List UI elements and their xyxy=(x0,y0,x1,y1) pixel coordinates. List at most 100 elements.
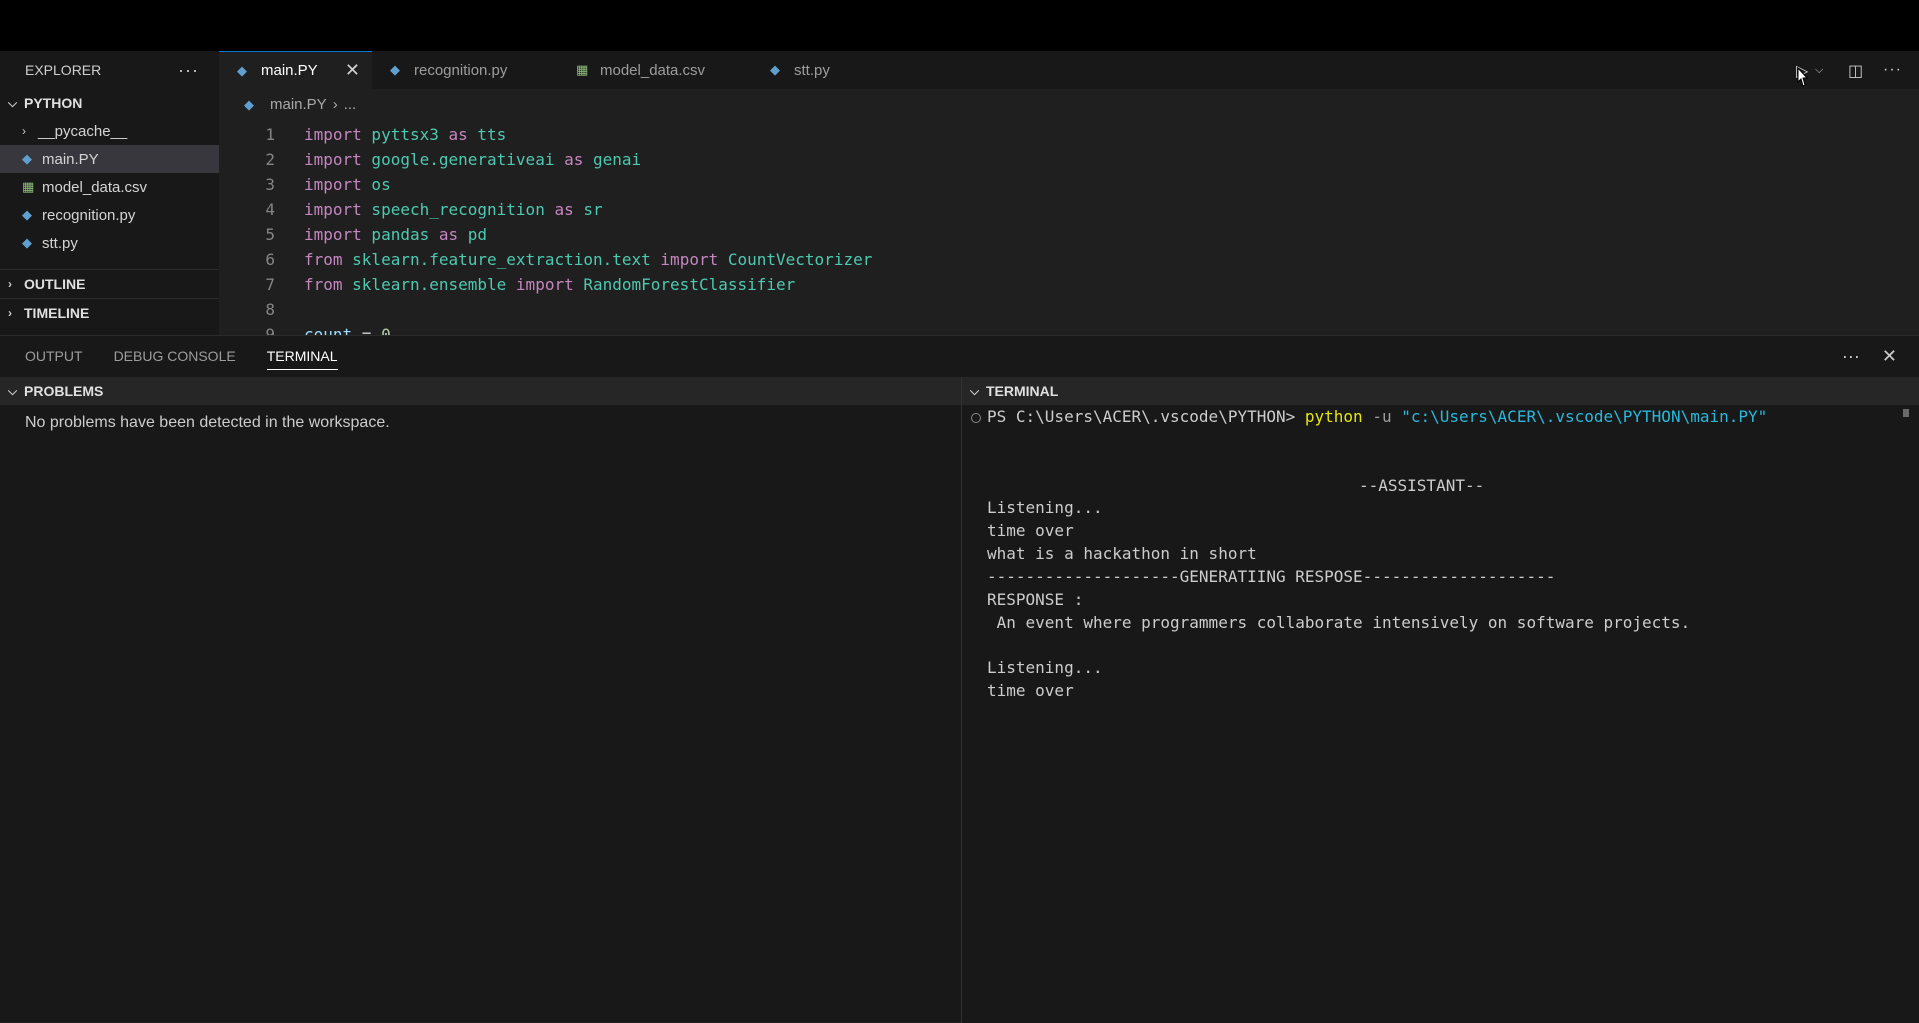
python-file-icon: ◆ xyxy=(237,62,247,78)
class-name: RandomForestClassifier xyxy=(573,275,796,294)
tree-item-main-py[interactable]: ◆ main.PY xyxy=(0,145,219,173)
terminal-prompt: PS C:\Users\ACER\.vscode\PYTHON> xyxy=(987,407,1305,426)
timeline-section[interactable]: › TIMELINE xyxy=(0,298,219,327)
code-line: 2 import google.generativeai as genai xyxy=(219,147,641,172)
keyword: import xyxy=(660,250,719,269)
close-icon[interactable]: ✕ xyxy=(1882,346,1897,367)
tab-stt[interactable]: ◆ stt.py xyxy=(752,51,907,89)
alias: sr xyxy=(573,200,603,219)
more-actions-icon[interactable]: ··· xyxy=(1842,346,1860,367)
line-number: 8 xyxy=(265,300,275,319)
alias: genai xyxy=(583,150,642,169)
explorer-title: EXPLORER xyxy=(25,62,102,78)
terminal-flag: -u xyxy=(1362,407,1402,426)
split-editor-icon[interactable]: ◫ xyxy=(1848,61,1863,81)
chevron-down-icon: ⌵ xyxy=(970,383,980,398)
terminal-line: --ASSISTANT-- xyxy=(1359,476,1485,495)
breadcrumb: ◆ main.PY › ... xyxy=(244,96,356,113)
command-decoration-icon xyxy=(971,413,981,423)
breadcrumb-file[interactable]: main.PY xyxy=(270,96,327,113)
module-name: pyttsx3 xyxy=(361,125,449,144)
folder-python[interactable]: ⌵ PYTHON xyxy=(0,89,219,117)
terminal-output[interactable]: PS C:\Users\ACER\.vscode\PYTHON> python … xyxy=(962,405,1919,1023)
problems-header[interactable]: ⌵ PROBLEMS xyxy=(0,377,961,405)
panel-tabs: OUTPUT DEBUG CONSOLE TERMINAL xyxy=(25,348,338,370)
chevron-down-icon: ⌵ xyxy=(8,383,18,398)
close-icon[interactable]: ✕ xyxy=(345,60,360,81)
module-name: sklearn.feature_extraction.text xyxy=(342,250,661,269)
csv-file-icon: ▦ xyxy=(576,62,589,77)
terminal-scrollbar[interactable] xyxy=(1903,409,1909,417)
chevron-right-icon: › xyxy=(8,277,12,291)
tree-item-label: main.PY xyxy=(42,150,99,168)
keyword: as xyxy=(564,150,584,169)
tree-item-recognition[interactable]: ◆ recognition.py xyxy=(0,201,219,229)
terminal-line: what is a hackathon in short xyxy=(987,544,1257,563)
class-name: CountVectorizer xyxy=(718,250,873,269)
terminal-line: time over xyxy=(987,521,1074,540)
tab-terminal[interactable]: TERMINAL xyxy=(266,348,338,370)
explorer-sidebar: EXPLORER ··· ⌵ PYTHON › __pycache__ ◆ ma… xyxy=(0,51,219,335)
line-number: 4 xyxy=(265,200,275,219)
tree-item-label: recognition.py xyxy=(42,206,136,224)
module-name: sklearn.ensemble xyxy=(342,275,516,294)
tab-output[interactable]: OUTPUT xyxy=(25,348,83,370)
terminal-command-line: PS C:\Users\ACER\.vscode\PYTHON> python … xyxy=(987,407,1767,426)
terminal-path: "c:\Users\ACER\.vscode\PYTHON\main.PY" xyxy=(1401,407,1768,426)
tree-item-label: __pycache__ xyxy=(38,122,128,140)
code-line: 6 from sklearn.feature_extraction.text im… xyxy=(219,247,872,272)
line-number: 7 xyxy=(265,275,275,294)
terminal-cmd: python xyxy=(1304,407,1363,426)
keyword: as xyxy=(554,200,574,219)
tab-model-data[interactable]: ▦ model_data.csv xyxy=(558,51,752,89)
more-actions-icon[interactable]: ··· xyxy=(178,60,199,81)
line-number: 1 xyxy=(265,125,275,144)
code-editor[interactable]: ◆ main.PY › ... 1 import pyttsx3 as tts 2… xyxy=(219,89,1919,335)
alias: tts xyxy=(467,125,507,144)
keyword: import xyxy=(304,200,362,219)
tab-main-py[interactable]: ◆ main.PY ✕ xyxy=(219,51,372,89)
number: 0 xyxy=(381,325,391,335)
tree-item-pycache[interactable]: › __pycache__ xyxy=(0,117,219,145)
tree-item-stt[interactable]: ◆ stt.py xyxy=(0,229,219,257)
timeline-label: TIMELINE xyxy=(24,305,90,321)
code-line: 1 import pyttsx3 as tts xyxy=(219,122,506,147)
terminal-header[interactable]: ⌵ TERMINAL xyxy=(962,377,1919,405)
terminal-title: TERMINAL xyxy=(986,383,1059,399)
tab-label: recognition.py xyxy=(414,61,508,79)
tree-item-label: stt.py xyxy=(42,234,78,252)
keyword: import xyxy=(515,275,574,294)
keyword: from xyxy=(304,275,343,294)
tab-debug-console[interactable]: DEBUG CONSOLE xyxy=(114,348,236,370)
tree-item-model-data[interactable]: ▦ model_data.csv xyxy=(0,173,219,201)
bottom-panel: OUTPUT DEBUG CONSOLE TERMINAL ··· ✕ ⌵ PR… xyxy=(0,335,1919,1023)
module-name: google.generativeai xyxy=(361,150,565,169)
code-line: 3 import os xyxy=(219,172,391,197)
chevron-right-icon: › xyxy=(8,306,12,320)
chevron-down-icon[interactable]: ⌵ xyxy=(1815,64,1823,77)
keyword: as xyxy=(448,125,468,144)
python-file-icon: ◆ xyxy=(22,207,32,222)
module-name: os xyxy=(361,175,391,194)
python-file-icon: ◆ xyxy=(22,235,32,250)
breadcrumb-rest[interactable]: ... xyxy=(344,96,357,113)
keyword: import xyxy=(304,175,362,194)
code-line: 8 xyxy=(219,297,304,322)
problems-message: No problems have been detected in the wo… xyxy=(25,414,390,431)
terminal-line: time over xyxy=(987,681,1074,700)
python-file-icon: ◆ xyxy=(770,62,780,77)
tab-label: main.PY xyxy=(261,62,318,79)
folder-label: PYTHON xyxy=(24,95,83,111)
chevron-right-icon: › xyxy=(332,96,338,113)
python-file-icon: ◆ xyxy=(390,62,400,77)
keyword: as xyxy=(438,225,459,244)
alias: pd xyxy=(458,225,488,244)
panel-actions: ··· ✕ xyxy=(1842,346,1897,367)
tab-recognition[interactable]: ◆ recognition.py xyxy=(372,51,558,89)
more-actions-icon[interactable]: ··· xyxy=(1883,61,1902,79)
terminal-line: RESPONSE : xyxy=(987,590,1084,609)
outline-section[interactable]: › OUTLINE xyxy=(0,269,219,298)
python-file-icon: ◆ xyxy=(244,96,254,112)
line-number: 9 xyxy=(265,325,275,335)
